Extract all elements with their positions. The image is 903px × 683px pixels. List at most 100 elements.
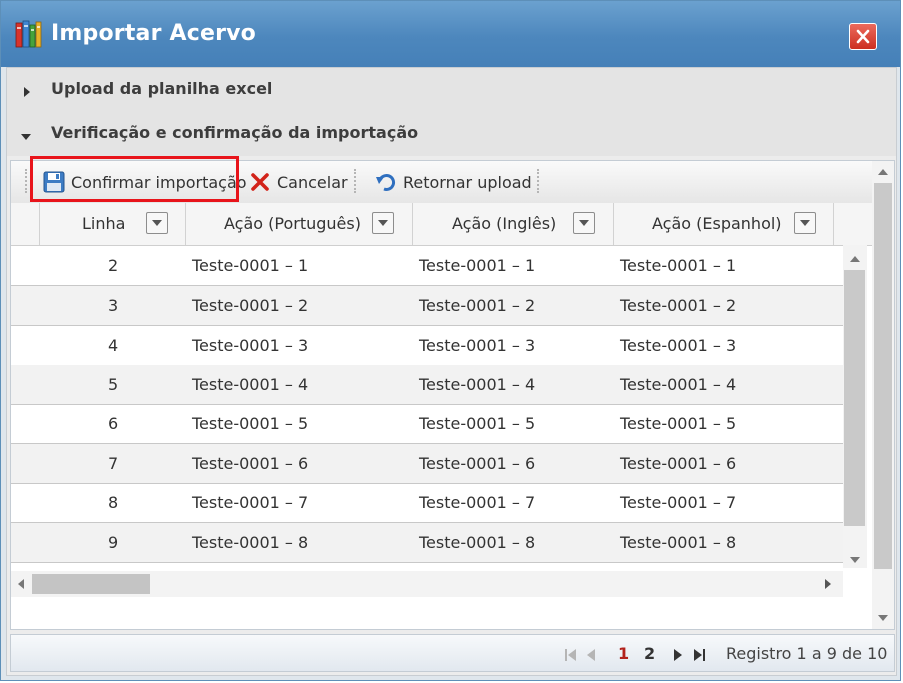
cell-acao-en: Teste-0001 – 5 — [419, 414, 536, 433]
column-menu-button[interactable] — [372, 212, 394, 234]
cell-acao-es: Teste-0001 – 7 — [620, 493, 737, 512]
column-header-acao-ingles[interactable]: Ação (Inglês) — [412, 203, 613, 245]
scroll-thumb[interactable] — [844, 270, 865, 526]
table-row[interactable]: 6 Teste-0001 – 5 Teste-0001 – 5 Teste-00… — [11, 404, 843, 444]
column-header-linha[interactable]: Linha — [39, 203, 185, 245]
table-row[interactable]: 9 Teste-0001 – 8 Teste-0001 – 8 Teste-00… — [11, 523, 843, 563]
cell-acao-es: Teste-0001 – 8 — [620, 533, 737, 552]
records-info: Registro 1 a 9 de 10 — [726, 644, 888, 663]
paging-bar: 1 2 Registro 1 a 9 de 10 — [10, 634, 895, 672]
cell-acao-es: Teste-0001 – 2 — [620, 296, 737, 315]
cell-linha: 4 — [108, 336, 119, 355]
cell-acao-es: Teste-0001 – 1 — [620, 256, 737, 275]
x-icon — [249, 171, 271, 193]
cell-linha: 9 — [108, 533, 119, 552]
scroll-down-icon[interactable] — [878, 615, 888, 621]
undo-arrow-icon — [375, 171, 397, 193]
dialog-title: Importar Acervo — [51, 21, 256, 46]
scroll-thumb[interactable] — [32, 574, 150, 594]
cell-acao-en: Teste-0001 – 2 — [419, 296, 536, 315]
toolbar-separator — [25, 169, 27, 193]
previous-page-icon[interactable] — [585, 647, 597, 666]
cell-acao-en: Teste-0001 – 3 — [419, 336, 536, 355]
scroll-up-icon[interactable] — [850, 256, 860, 262]
table-row[interactable]: 7 Teste-0001 – 6 Teste-0001 – 6 Teste-00… — [11, 444, 843, 484]
chevron-down-icon — [21, 134, 31, 140]
cell-acao-pt: Teste-0001 – 7 — [192, 493, 309, 512]
accordion-upload-label: Upload da planilha excel — [51, 79, 273, 98]
cell-acao-pt: Teste-0001 – 4 — [192, 375, 309, 394]
table-row[interactable]: 3 Teste-0001 – 2 Teste-0001 – 2 Teste-00… — [11, 286, 843, 326]
page-1-link[interactable]: 1 — [618, 644, 629, 663]
cell-acao-pt: Teste-0001 – 2 — [192, 296, 309, 315]
column-label: Ação (Português) — [224, 214, 361, 233]
scroll-thumb[interactable] — [874, 183, 892, 569]
verification-panel: Confirmar importação Cancelar Retornar u… — [10, 156, 895, 630]
column-label: Linha — [82, 214, 126, 233]
confirm-import-button[interactable]: Confirmar importação — [43, 167, 247, 197]
cell-acao-pt: Teste-0001 – 3 — [192, 336, 309, 355]
toolbar-separator — [537, 169, 539, 193]
cell-acao-es: Teste-0001 – 4 — [620, 375, 737, 394]
books-icon — [15, 19, 43, 49]
import-grid: Linha Ação (Português) Ação (Inglês) Açã… — [11, 203, 872, 598]
scroll-up-icon[interactable] — [878, 169, 888, 175]
column-menu-button[interactable] — [794, 212, 816, 234]
page-2-link[interactable]: 2 — [644, 644, 655, 663]
import-dialog: Importar Acervo Upload da planilha excel… — [0, 0, 901, 681]
cancel-button[interactable]: Cancelar — [249, 167, 348, 197]
accordion-verification-label: Verificação e confirmação da importação — [51, 123, 419, 142]
accordion-verification-header[interactable]: Verificação e confirmação da importação — [7, 112, 896, 156]
column-menu-button[interactable] — [146, 212, 168, 234]
table-row[interactable]: 4 Teste-0001 – 3 Teste-0001 – 3 Teste-00… — [11, 326, 843, 366]
confirm-import-label: Confirmar importação — [71, 172, 247, 192]
cell-linha: 3 — [108, 296, 119, 315]
close-icon — [856, 29, 870, 44]
cell-acao-en: Teste-0001 – 7 — [419, 493, 536, 512]
column-header-overflow — [833, 203, 872, 245]
table-row[interactable]: 8 Teste-0001 – 7 Teste-0001 – 7 Teste-00… — [11, 483, 843, 523]
first-page-icon[interactable] — [564, 647, 578, 666]
chevron-right-icon — [24, 87, 30, 97]
grid-toolbar: Confirmar importação Cancelar Retornar u… — [11, 156, 872, 204]
scroll-right-icon[interactable] — [825, 579, 831, 589]
table-row[interactable]: 5 Teste-0001 – 4 Teste-0001 – 4 Teste-00… — [11, 365, 843, 405]
column-header-acao-espanhol[interactable]: Ação (Espanhol) — [613, 203, 833, 245]
save-disk-icon — [43, 171, 65, 193]
accordion-upload-header[interactable]: Upload da planilha excel — [7, 68, 896, 113]
column-header-acao-portugues[interactable]: Ação (Português) — [185, 203, 412, 245]
column-label: Ação (Inglês) — [452, 214, 557, 233]
scroll-left-icon[interactable] — [18, 579, 24, 589]
grid-horizontal-scrollbar[interactable] — [11, 571, 843, 597]
cell-acao-en: Teste-0001 – 8 — [419, 533, 536, 552]
cell-acao-en: Teste-0001 – 4 — [419, 375, 536, 394]
table-row[interactable]: 2 Teste-0001 – 1 Teste-0001 – 1 Teste-00… — [11, 246, 843, 286]
cell-acao-en: Teste-0001 – 1 — [419, 256, 536, 275]
toolbar-separator — [354, 169, 356, 193]
cell-acao-es: Teste-0001 – 3 — [620, 336, 737, 355]
cell-acao-en: Teste-0001 – 6 — [419, 454, 536, 473]
return-upload-label: Retornar upload — [403, 172, 532, 192]
cell-linha: 5 — [108, 375, 119, 394]
next-page-icon[interactable] — [672, 647, 684, 666]
column-label: Ação (Espanhol) — [652, 214, 782, 233]
dialog-titlebar[interactable]: Importar Acervo — [1, 1, 900, 67]
cell-acao-pt: Teste-0001 – 8 — [192, 533, 309, 552]
last-page-icon[interactable] — [692, 647, 706, 666]
return-upload-button[interactable]: Retornar upload — [375, 167, 532, 197]
cell-linha: 7 — [108, 454, 119, 473]
grid-header: Linha Ação (Português) Ação (Inglês) Açã… — [11, 203, 872, 246]
cell-acao-es: Teste-0001 – 5 — [620, 414, 737, 433]
cancel-label: Cancelar — [277, 172, 348, 192]
scroll-down-icon[interactable] — [850, 557, 860, 563]
cell-acao-pt: Teste-0001 – 5 — [192, 414, 309, 433]
cell-acao-pt: Teste-0001 – 1 — [192, 256, 309, 275]
cell-linha: 8 — [108, 493, 119, 512]
grid-vertical-scrollbar[interactable] — [843, 245, 867, 568]
panel-vertical-scrollbar[interactable] — [872, 161, 894, 629]
column-menu-button[interactable] — [573, 212, 595, 234]
dialog-body: Upload da planilha excel Verificação e c… — [6, 67, 897, 676]
close-button[interactable] — [849, 23, 877, 50]
cell-acao-pt: Teste-0001 – 6 — [192, 454, 309, 473]
cell-linha: 6 — [108, 414, 119, 433]
